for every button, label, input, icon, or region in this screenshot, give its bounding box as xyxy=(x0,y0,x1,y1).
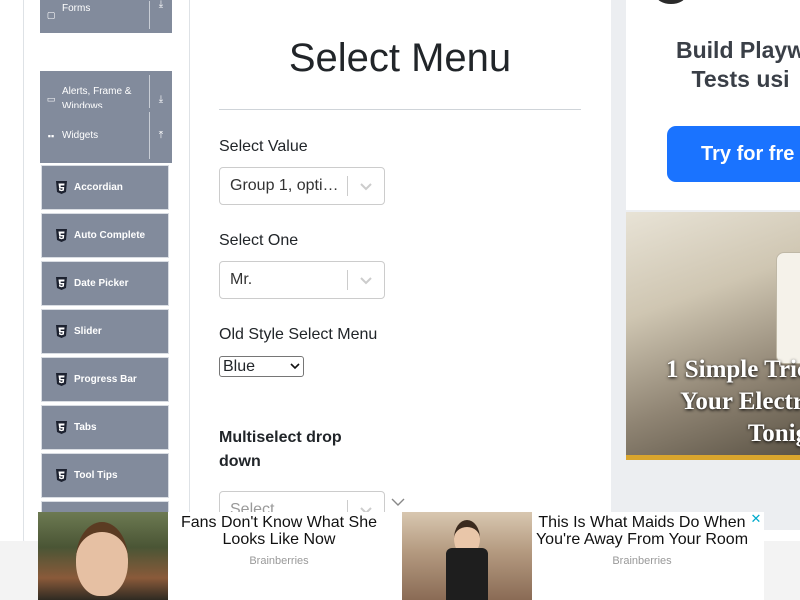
html5-icon xyxy=(54,277,68,291)
old-style-select-value: Blue xyxy=(223,357,256,375)
select-value-dropdown[interactable]: Group 1, option 1 xyxy=(219,167,385,205)
title-divider xyxy=(219,109,581,110)
ad-left-source: Brainberries xyxy=(249,555,309,567)
chevron-down-icon[interactable] xyxy=(348,275,384,285)
sidebar-item-slider[interactable]: Slider xyxy=(41,309,169,354)
ad-cta-button[interactable]: Try for fre xyxy=(667,126,800,182)
ad-headline: Build Playw Tests usi xyxy=(676,37,800,92)
ad-logo xyxy=(656,0,686,4)
sidebar-item-date-picker[interactable]: Date Picker xyxy=(41,261,169,306)
form-icon: ▢ xyxy=(46,9,56,20)
page-title: Select Menu xyxy=(288,36,512,80)
sidebar-item-progress-bar[interactable]: Progress Bar xyxy=(41,357,169,402)
html5-icon xyxy=(54,469,68,483)
select-value-current: Group 1, option 1 xyxy=(230,177,347,194)
ad-playwright-banner[interactable]: Build Playw Tests usi Try for fre xyxy=(626,0,800,210)
html5-icon xyxy=(54,325,68,339)
outlet-image xyxy=(776,252,800,364)
html5-icon xyxy=(54,373,68,387)
ad-right-source: Brainberries xyxy=(612,555,672,567)
download-arrow-icon[interactable]: ⤓ xyxy=(150,94,172,105)
window-icon: ▭ xyxy=(46,93,56,104)
old-style-select[interactable]: Blue xyxy=(219,356,304,377)
ad-right-title[interactable]: This Is What Maids Do When You're Away F… xyxy=(534,514,750,548)
ad-left-image xyxy=(38,512,168,600)
widgets-grid-icon: ▪▪ xyxy=(47,130,55,141)
close-icon[interactable]: ✕ xyxy=(749,512,763,526)
sidebar-group-forms[interactable]: ▢ Forms ⤓ xyxy=(40,0,172,33)
multiselect-extra-chevron-icon xyxy=(391,494,405,512)
chevron-down-icon xyxy=(287,363,303,370)
ad-right-image xyxy=(402,512,532,600)
download-arrow-icon[interactable]: ⤓ xyxy=(150,0,172,10)
sidebar-item-tabs[interactable]: Tabs xyxy=(41,405,169,450)
chevron-down-icon[interactable] xyxy=(348,181,384,191)
sidebar: ▢ Forms ⤓ ▭ Alerts, Frame & Windows ⤓ ▪▪… xyxy=(23,0,190,544)
sidebar-item-tool-tips[interactable]: Tool Tips xyxy=(41,453,169,498)
sidebar-item-auto-complete[interactable]: Auto Complete xyxy=(41,213,169,258)
html5-icon xyxy=(54,181,68,195)
bottom-ad[interactable]: Fans Don't Know What She Looks Like Now … xyxy=(38,512,764,600)
sidebar-item-accordian[interactable]: Accordian xyxy=(41,165,169,210)
select-one-dropdown[interactable]: Mr. xyxy=(219,261,385,299)
upload-arrow-icon[interactable]: ⤒ xyxy=(150,130,172,141)
multiselect-label: Multiselect drop down xyxy=(219,429,342,470)
sidebar-group-widgets[interactable]: ▪▪ Widgets ⤒ xyxy=(40,108,172,163)
select-one-current: Mr. xyxy=(230,271,253,288)
ad-left-title[interactable]: Fans Don't Know What She Looks Like Now xyxy=(176,514,382,548)
ad-image-text: 1 Simple Trick Your Electric Tonigh xyxy=(665,356,800,447)
html5-icon xyxy=(54,229,68,243)
old-style-select-label: Old Style Select Menu xyxy=(219,326,378,343)
html5-icon xyxy=(54,421,68,435)
ad-electric-image[interactable]: 1 Simple Trick Your Electric Tonigh xyxy=(626,212,800,460)
select-value-label: Select Value xyxy=(219,138,308,155)
select-one-label: Select One xyxy=(219,232,299,249)
